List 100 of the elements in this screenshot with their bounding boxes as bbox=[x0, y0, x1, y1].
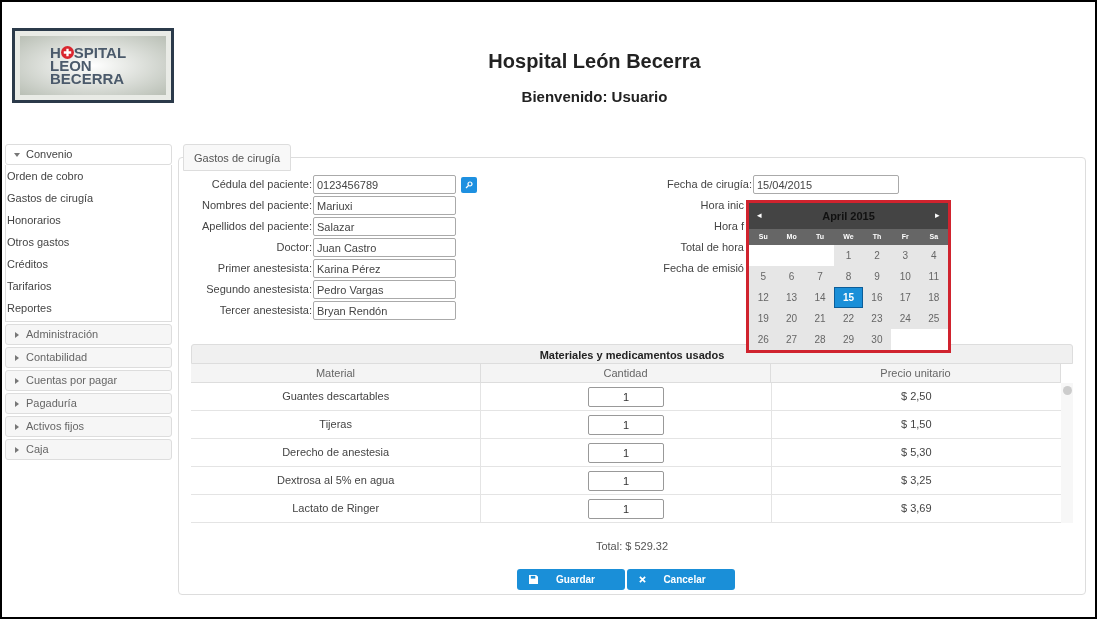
caret-right-icon bbox=[14, 423, 20, 430]
calendar-day[interactable]: 10 bbox=[891, 266, 920, 287]
text-field[interactable]: Salazar bbox=[313, 217, 456, 236]
text-field[interactable]: Juan Castro bbox=[313, 238, 456, 257]
close-icon bbox=[639, 575, 646, 583]
table-cell: Guantes descartables bbox=[191, 383, 482, 410]
calendar-day[interactable]: 23 bbox=[862, 308, 892, 329]
tab[interactable]: Gastos de cirugía bbox=[183, 144, 292, 171]
calendar-day[interactable]: 9 bbox=[862, 266, 892, 287]
caret-right-icon bbox=[14, 446, 20, 453]
calendar-day[interactable]: 11 bbox=[919, 266, 948, 287]
sidebar-link[interactable]: Tarifarios bbox=[6, 275, 171, 297]
column-header: Cantidad bbox=[481, 364, 771, 383]
column-header: Material bbox=[191, 364, 481, 383]
field-label: Apellidos del paciente: bbox=[200, 219, 312, 235]
field-label: Fecha de emisió bbox=[662, 261, 744, 277]
text-field[interactable]: Bryan Rendón bbox=[313, 301, 456, 320]
calendar-day[interactable]: 8 bbox=[834, 266, 863, 287]
logo-text: LEON bbox=[50, 59, 92, 72]
logo-text: BECERRA bbox=[50, 72, 126, 85]
quantity-field[interactable]: 1 bbox=[588, 470, 664, 491]
calendar-day[interactable]: 22 bbox=[834, 308, 863, 329]
quantity-field[interactable]: 1 bbox=[588, 442, 664, 463]
field-label: Fecha de cirugía: bbox=[666, 177, 752, 193]
accordion-header[interactable]: Convenio bbox=[5, 144, 172, 165]
calendar-day[interactable]: 12 bbox=[749, 287, 778, 308]
save-button[interactable]: Guardar bbox=[517, 568, 625, 590]
date-field[interactable]: 15/04/2015 bbox=[753, 175, 899, 194]
field-label: Total de hora bbox=[679, 240, 744, 256]
field-label: Segundo anestesista: bbox=[205, 282, 312, 298]
quantity-field[interactable]: 1 bbox=[588, 386, 664, 407]
calendar-day[interactable]: 17 bbox=[891, 287, 920, 308]
calendar-day[interactable]: 14 bbox=[805, 287, 835, 308]
sidebar-link[interactable]: Reportes bbox=[6, 297, 171, 319]
accordion-header[interactable]: Caja bbox=[5, 439, 172, 460]
sidebar-link[interactable]: Gastos de cirugía bbox=[6, 187, 171, 209]
sidebar-link[interactable]: Otros gastos bbox=[6, 231, 171, 253]
caret-down-icon bbox=[14, 151, 20, 158]
calendar-day[interactable]: 1 bbox=[834, 245, 863, 266]
sidebar-link[interactable]: Créditos bbox=[6, 253, 171, 275]
page-title: Hospital León Becerra bbox=[488, 49, 701, 74]
accordion-header[interactable]: Pagaduría bbox=[5, 393, 172, 414]
text-field[interactable]: Karina Pérez bbox=[313, 259, 456, 278]
table-cell: Dextrosa al 5% en agua bbox=[191, 467, 482, 494]
cross-icon bbox=[60, 46, 74, 59]
previous-month-button[interactable]: ◂ bbox=[757, 209, 762, 223]
total-text: Total: $ 529.32 bbox=[594, 539, 670, 554]
sidebar-link[interactable]: Orden de cobro bbox=[6, 165, 171, 187]
table-cell: Derecho de anestesia bbox=[191, 439, 482, 466]
welcome-text: Bienvenido: Usuario bbox=[521, 87, 668, 107]
calendar-day[interactable]: 2 bbox=[862, 245, 892, 266]
field-label: Hora f bbox=[713, 219, 744, 235]
calendar-day[interactable]: 7 bbox=[805, 266, 835, 287]
calendar-day[interactable]: 4 bbox=[919, 245, 948, 266]
table-cell: Lactato de Ringer bbox=[191, 495, 482, 522]
table-cell-text: $ 2,50 bbox=[900, 389, 933, 405]
quantity-field[interactable]: 1 bbox=[588, 498, 664, 519]
table-cell-text: $ 5,30 bbox=[900, 445, 933, 461]
table-cell-text: $ 3,69 bbox=[900, 501, 933, 517]
accordion-header[interactable]: Contabilidad bbox=[5, 347, 172, 368]
logo-text: SPITAL bbox=[73, 46, 127, 59]
table-cell-text: $ 3,25 bbox=[900, 473, 933, 489]
text-field[interactable]: Mariuxi bbox=[313, 196, 456, 215]
calendar-day[interactable]: 5 bbox=[749, 266, 778, 287]
calendar-day[interactable]: 15 bbox=[834, 287, 863, 308]
field-label: Doctor: bbox=[275, 240, 312, 256]
next-month-button[interactable]: ▸ bbox=[935, 209, 940, 223]
text-field[interactable]: Pedro Vargas bbox=[313, 280, 456, 299]
calendar-day[interactable]: 13 bbox=[777, 287, 806, 308]
calendar-day[interactable]: 20 bbox=[777, 308, 806, 329]
field-label: Hora inic bbox=[699, 198, 744, 214]
field-label: Nombres del paciente: bbox=[200, 198, 312, 214]
caret-right-icon bbox=[14, 400, 20, 407]
caret-right-icon bbox=[14, 354, 20, 361]
search-icon bbox=[465, 180, 473, 189]
field-label: Tercer anestesista: bbox=[218, 303, 312, 319]
field-label: Cédula del paciente: bbox=[210, 177, 312, 193]
table-cell: Tijeras bbox=[191, 411, 482, 438]
column-header: Precio unitario bbox=[771, 364, 1061, 383]
table-cell-text: $ 1,50 bbox=[900, 417, 933, 433]
calendar-day[interactable]: 16 bbox=[862, 287, 892, 308]
logo-text: H bbox=[50, 46, 61, 59]
calendar-day[interactable]: 25 bbox=[919, 308, 948, 329]
quantity-field[interactable]: 1 bbox=[588, 414, 664, 435]
accordion-header[interactable]: Cuentas por pagar bbox=[5, 370, 172, 391]
cancel-button[interactable]: Cancelar bbox=[627, 568, 735, 590]
field-label: Primer anestesista: bbox=[216, 261, 312, 277]
calendar-day[interactable]: 3 bbox=[891, 245, 920, 266]
calendar-day[interactable]: 21 bbox=[805, 308, 835, 329]
calendar-day[interactable]: 18 bbox=[919, 287, 948, 308]
calendar-day[interactable]: 24 bbox=[891, 308, 920, 329]
search-button[interactable] bbox=[461, 176, 477, 193]
calendar-day[interactable]: 6 bbox=[777, 266, 806, 287]
sidebar-link[interactable]: Honorarios bbox=[6, 209, 171, 231]
calendar-day[interactable]: 19 bbox=[749, 308, 778, 329]
caret-right-icon bbox=[14, 377, 20, 384]
caret-right-icon bbox=[14, 331, 20, 338]
accordion-header[interactable]: Administración bbox=[5, 324, 172, 345]
accordion-header[interactable]: Activos fijos bbox=[5, 416, 172, 437]
text-field[interactable]: 0123456789 bbox=[313, 175, 456, 194]
